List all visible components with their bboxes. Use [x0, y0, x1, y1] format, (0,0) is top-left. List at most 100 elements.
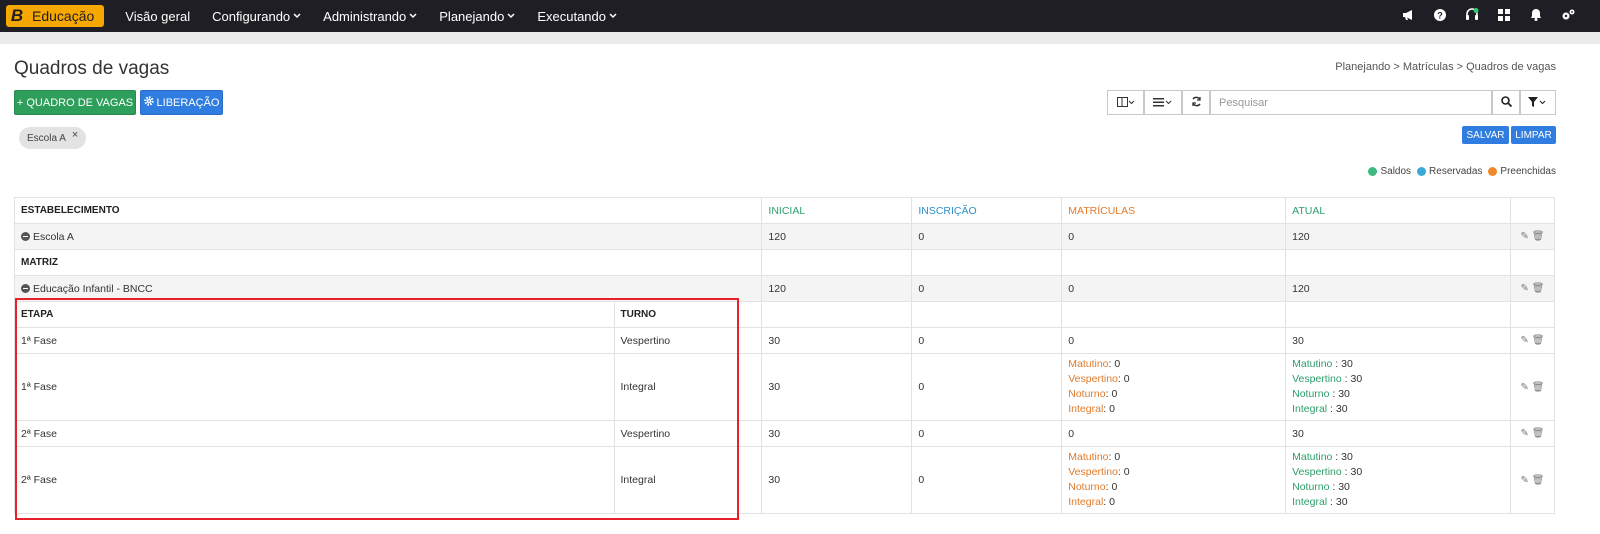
columns-toggle-button[interactable]	[1107, 90, 1144, 115]
bell-icon[interactable]	[1520, 8, 1552, 24]
chevron-down-icon	[507, 11, 515, 21]
school-name: Escola A	[33, 230, 74, 243]
shift-value: : 30	[1341, 466, 1363, 478]
row-actions: ✎ 🗑	[1509, 327, 1556, 354]
release-button[interactable]: LIBERAÇÃO	[140, 90, 223, 115]
clear-button[interactable]: LIMPAR	[1511, 126, 1556, 144]
search-button[interactable]	[1492, 90, 1520, 115]
shift-label: Vespertino	[1068, 466, 1118, 478]
shift-label: Integral	[1068, 496, 1104, 508]
turno-cell: Vespertino	[613, 327, 763, 354]
matriculas-cell: 0	[1061, 420, 1287, 447]
atual-breakdown-cell: Matutino : 30 Vespertino : 30 Noturno : …	[1285, 446, 1511, 514]
trash-icon[interactable]: 🗑	[1532, 335, 1545, 346]
help-icon[interactable]: ?	[1424, 8, 1456, 24]
nav-item-executando[interactable]: Executando	[526, 0, 628, 32]
row-actions: ✎ 🗑	[1509, 353, 1556, 421]
top-navbar: B Educação Visão geral Configurando Admini…	[0, 0, 1600, 32]
settings-cogs-icon[interactable]	[1552, 9, 1584, 24]
matriz-header-row: MATRIZ	[13, 249, 1556, 276]
shift-label: Matutino	[1068, 358, 1109, 370]
inicial-cell: 30	[761, 327, 913, 354]
table-row[interactable]: 1ª Fase Integral 30 0 Matutino: 0 Vesper…	[14, 353, 1556, 421]
shift-value: : 30	[1327, 403, 1348, 415]
shift-label: Vespertino	[1292, 373, 1342, 385]
matriculas-cell: 0	[1061, 327, 1287, 354]
inscricao-cell: 0	[911, 420, 1063, 447]
page-title: Quadros de vagas	[14, 58, 170, 79]
col-header-inicial: INICIAL	[761, 197, 913, 224]
trash-icon[interactable]: 🗑	[1532, 283, 1545, 294]
nav-label: Visão geral	[125, 8, 191, 24]
close-icon[interactable]: ×	[72, 129, 78, 141]
matriculas-breakdown-cell: Matutino: 0 Vespertino: 0 Noturno: 0 Int…	[1061, 446, 1287, 514]
filter-button[interactable]	[1520, 90, 1556, 115]
headset-icon[interactable]	[1456, 7, 1488, 25]
matriz-inicial: 120	[761, 275, 913, 302]
nav-item-administrando[interactable]: Administrando	[312, 0, 428, 32]
list-options-button[interactable]	[1144, 90, 1182, 115]
logo-mark: B	[6, 5, 28, 27]
megaphone-icon[interactable]	[1392, 9, 1424, 24]
nav-item-planejando[interactable]: Planejando	[428, 0, 526, 32]
refresh-button[interactable]	[1182, 90, 1210, 115]
table-row[interactable]: 1ª Fase Vespertino 30 0 0 30 ✎ 🗑	[14, 327, 1556, 354]
edit-icon[interactable]: ✎	[1521, 335, 1529, 346]
app-logo[interactable]: B Educação	[6, 5, 105, 27]
edit-icon[interactable]: ✎	[1521, 382, 1529, 393]
table-row[interactable]: 2ª Fase Vespertino 30 0 0 30 ✎ 🗑	[14, 420, 1556, 447]
edit-icon[interactable]: ✎	[1521, 428, 1529, 439]
nav-label: Planejando	[439, 8, 505, 24]
filter-chip-label: Escola A	[27, 132, 66, 144]
shift-value: : 0	[1105, 481, 1118, 493]
nav-item-configurando[interactable]: Configurando	[201, 0, 312, 32]
shift-value: : 30	[1332, 358, 1353, 370]
search-input[interactable]: Pesquisar	[1210, 90, 1492, 115]
chevron-down-icon	[409, 11, 417, 21]
matriz-name-cell: Educação Infantil - BNCC	[13, 275, 763, 302]
edit-icon[interactable]: ✎	[1521, 475, 1529, 486]
save-button[interactable]: SALVAR	[1462, 126, 1509, 144]
sub-header-bar	[0, 32, 1600, 44]
table-row[interactable]: 2ª Fase Integral 30 0 Matutino: 0 Vesper…	[14, 446, 1556, 514]
school-row[interactable]: Escola A 120 0 0 120 ✎ 🗑	[13, 223, 1556, 250]
shift-value: : 30	[1329, 481, 1350, 493]
shift-value: : 30	[1332, 451, 1353, 463]
nav-item-visão-geral[interactable]: Visão geral	[114, 0, 201, 32]
shift-label: Matutino	[1292, 451, 1333, 463]
main-nav: Visão geral Configurando Administrando Plan…	[114, 0, 628, 32]
etapa-cell: 2ª Fase	[14, 420, 615, 447]
legend-dot-preenchidas	[1488, 167, 1498, 176]
col-header-actions	[1509, 197, 1556, 224]
legend-label-preenchidas: Preenchidas	[1500, 166, 1556, 177]
row-actions: ✎ 🗑	[1509, 420, 1556, 447]
shift-label: Noturno	[1068, 481, 1106, 493]
etapa-header: ETAPA	[14, 301, 615, 328]
collapse-icon[interactable]	[21, 231, 30, 241]
collapse-icon[interactable]	[21, 283, 30, 293]
add-quadro-button[interactable]: + QUADRO DE VAGAS	[14, 90, 136, 115]
atual-cell: 30	[1285, 327, 1511, 354]
shift-label: Integral	[1068, 403, 1104, 415]
shift-value: : 0	[1103, 403, 1115, 415]
trash-icon[interactable]: 🗑	[1532, 428, 1545, 439]
gear-icon	[143, 96, 154, 109]
school-matriculas: 0	[1061, 223, 1287, 250]
apps-grid-icon[interactable]	[1488, 8, 1520, 24]
turno-header: TURNO	[613, 301, 763, 328]
turno-cell: Integral	[613, 446, 763, 514]
matriz-atual: 120	[1285, 275, 1511, 302]
nav-label: Configurando	[212, 8, 291, 24]
shift-label: Matutino	[1292, 358, 1333, 370]
edit-icon[interactable]: ✎	[1521, 283, 1529, 294]
legend: Saldos Reservadas Preenchidas	[1362, 166, 1556, 177]
shift-value: : 30	[1327, 496, 1348, 508]
etapa-cell: 2ª Fase	[14, 446, 615, 514]
edit-icon[interactable]: ✎	[1521, 231, 1529, 242]
trash-icon[interactable]: 🗑	[1532, 382, 1545, 393]
atual-breakdown-cell: Matutino : 30 Vespertino : 30 Noturno : …	[1285, 353, 1511, 421]
trash-icon[interactable]: 🗑	[1532, 231, 1545, 242]
trash-icon[interactable]: 🗑	[1532, 475, 1545, 486]
matriz-inscricao: 0	[911, 275, 1063, 302]
matriz-row[interactable]: Educação Infantil - BNCC 120 0 0 120 ✎ 🗑	[13, 275, 1556, 302]
